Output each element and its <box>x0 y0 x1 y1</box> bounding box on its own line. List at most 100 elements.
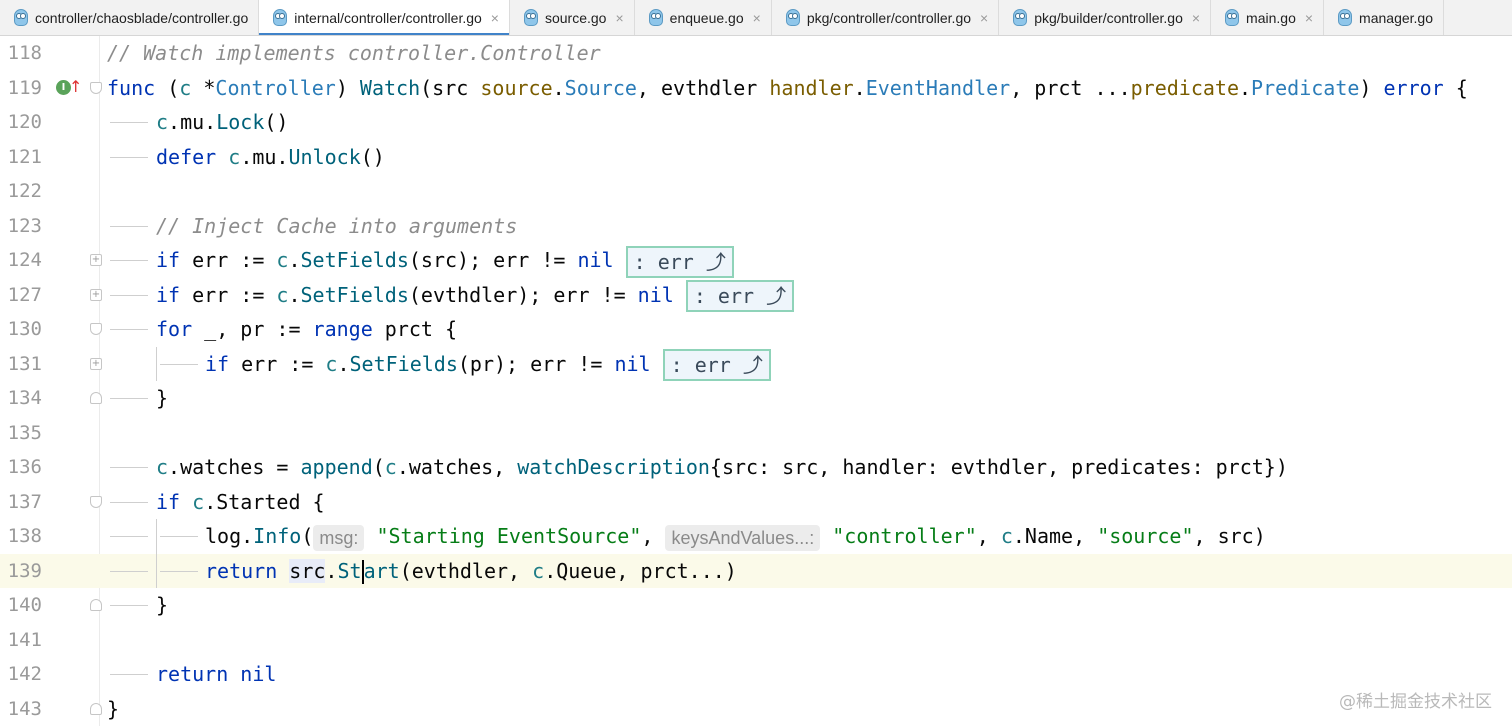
tab-label: source.go <box>544 9 607 26</box>
code-line[interactable]: 142 return nil <box>0 657 1512 692</box>
watermark: @稀土掘金技术社区 <box>1339 692 1492 712</box>
close-icon[interactable]: × <box>1192 10 1200 26</box>
tab-chaosblade-controller[interactable]: controller/chaosblade/controller.go <box>0 0 260 35</box>
code-text: return nil <box>156 662 277 686</box>
indent-guide <box>110 122 148 123</box>
indent-guide <box>110 501 148 503</box>
go-file-icon <box>523 9 538 26</box>
code-line[interactable]: 143 } <box>0 692 1512 726</box>
code-line[interactable]: 138 log.Info(msg: "Starting EventSource"… <box>0 519 1512 554</box>
line-number: 142 <box>7 663 42 685</box>
go-file-icon <box>14 9 28 26</box>
code-line[interactable]: 121 defer c.mu.Unlock() <box>0 140 1512 175</box>
close-icon[interactable]: × <box>1305 10 1313 26</box>
tab-internal-controller[interactable]: internal/controller/controller.go × <box>259 0 510 35</box>
folded-block[interactable]: : err ⤴ <box>625 245 734 278</box>
code-text: if c.Started { <box>156 489 325 514</box>
arrow-up-icon[interactable]: ↑ <box>69 77 82 96</box>
indent-guide <box>110 536 148 537</box>
code-line[interactable]: 118 // Watch implements controller.Contr… <box>0 36 1512 71</box>
tab-main[interactable]: main.go × <box>1211 0 1325 35</box>
code-line[interactable]: 137 if c.Started { <box>0 485 1512 520</box>
go-file-icon <box>1013 9 1028 26</box>
fold-toggle-icon[interactable] <box>90 81 102 94</box>
tab-manager[interactable]: manager.go <box>1324 0 1444 35</box>
indent-guide <box>110 260 148 261</box>
line-number: 130 <box>7 318 42 340</box>
indent-guide <box>160 363 198 365</box>
tab-pkg-builder-controller[interactable]: pkg/builder/controller.go × <box>999 0 1212 35</box>
code-line[interactable]: 136 c.watches = append(c.watches, watchD… <box>0 450 1512 485</box>
indent-guide <box>160 536 198 537</box>
fold-toggle-icon[interactable] <box>90 702 102 715</box>
fold-expand-icon[interactable]: + <box>90 288 102 301</box>
code-line[interactable]: 119 I ↑ func (c *Controller) Watch(src s… <box>0 71 1512 106</box>
code-text: c.watches = append(c.watches, watchDescr… <box>156 455 1288 479</box>
go-file-icon <box>273 9 288 26</box>
code-text: log.Info(msg: "Starting EventSource", ke… <box>205 519 1266 554</box>
line-number: 127 <box>7 283 42 306</box>
indent-guide <box>110 329 148 330</box>
line-number: 138 <box>7 525 42 547</box>
tab-label: enqueue.go <box>669 9 744 26</box>
close-icon[interactable]: × <box>980 10 988 26</box>
code-text: for _, pr := range prct { <box>156 317 458 341</box>
code-line[interactable]: 123 // Inject Cache into arguments <box>0 209 1512 244</box>
line-number: 131 <box>7 352 42 375</box>
code-line[interactable]: 130 for _, pr := range prct { <box>0 312 1512 347</box>
code-text: return src.St art(evthdler, c.Queue, prct… <box>205 558 737 584</box>
go-file-icon <box>785 9 800 26</box>
code-text: c.mu.Lock() <box>156 110 289 134</box>
line-number: 141 <box>7 628 42 651</box>
tab-source[interactable]: source.go × <box>510 0 635 35</box>
close-icon[interactable]: × <box>491 10 499 26</box>
line-number: 120 <box>7 111 42 133</box>
line-number: 140 <box>7 594 42 616</box>
fold-toggle-icon[interactable] <box>90 392 102 404</box>
indent-guide <box>110 674 148 675</box>
close-icon[interactable]: × <box>615 10 623 26</box>
line-number: 119 <box>7 76 42 99</box>
folded-block[interactable]: : err ⤴ <box>662 349 771 381</box>
code-line[interactable]: 131 + if err := c.SetFields(pr); err != … <box>0 346 1512 381</box>
tab-label: internal/controller/controller.go <box>294 9 482 26</box>
tab-enqueue[interactable]: enqueue.go × <box>635 0 772 35</box>
text-caret <box>361 560 364 584</box>
indent-guide <box>156 346 157 381</box>
code-line[interactable]: 124 + if err := c.SetFields(src); err !=… <box>0 243 1512 278</box>
line-number: 137 <box>7 490 42 513</box>
indent-guide <box>156 519 157 554</box>
code-line[interactable]: 122 <box>0 174 1512 209</box>
code-line-current[interactable]: 139 return src.St art(evthdler, c.Queue, … <box>0 553 1512 588</box>
folded-block[interactable]: : err ⤴ <box>685 280 795 312</box>
tab-pkg-controller[interactable]: pkg/controller/controller.go × <box>772 0 1000 35</box>
line-number: 121 <box>7 145 42 168</box>
tab-label: controller/chaosblade/controller.go <box>35 9 249 26</box>
line-number: 136 <box>7 456 42 478</box>
code-text: } <box>156 386 169 410</box>
tab-label: pkg/controller/controller.go <box>806 9 972 26</box>
fold-expand-icon[interactable]: + <box>90 357 102 370</box>
code-text: func (c *Controller) Watch(src source.So… <box>107 75 1468 100</box>
code-text: } <box>156 593 169 617</box>
code-line[interactable]: 140 } <box>0 588 1512 623</box>
code-line[interactable]: 135 <box>0 416 1512 451</box>
go-file-icon <box>1338 9 1353 26</box>
code-text: defer c.mu.Unlock() <box>156 144 385 169</box>
code-line[interactable]: 141 <box>0 623 1512 658</box>
indent-guide <box>110 570 148 572</box>
code-text: if err := c.SetFields(src); err != nil :… <box>156 243 734 278</box>
tab-label: pkg/builder/controller.go <box>1034 9 1183 26</box>
fold-expand-icon[interactable]: + <box>90 254 102 266</box>
fold-toggle-icon[interactable] <box>90 323 102 335</box>
line-number: 135 <box>7 421 42 444</box>
fold-toggle-icon[interactable] <box>90 495 102 508</box>
indent-guide <box>110 398 148 399</box>
line-number: 118 <box>7 42 42 64</box>
code-line[interactable]: 127 + if err := c.SetFields(evthdler); e… <box>0 278 1512 312</box>
code-line[interactable]: 120 c.mu.Lock() <box>0 105 1512 140</box>
fold-toggle-icon[interactable] <box>90 599 102 611</box>
code-editor[interactable]: 118 // Watch implements controller.Contr… <box>0 36 1512 726</box>
close-icon[interactable]: × <box>753 10 761 26</box>
code-line[interactable]: 134 } <box>0 381 1512 416</box>
